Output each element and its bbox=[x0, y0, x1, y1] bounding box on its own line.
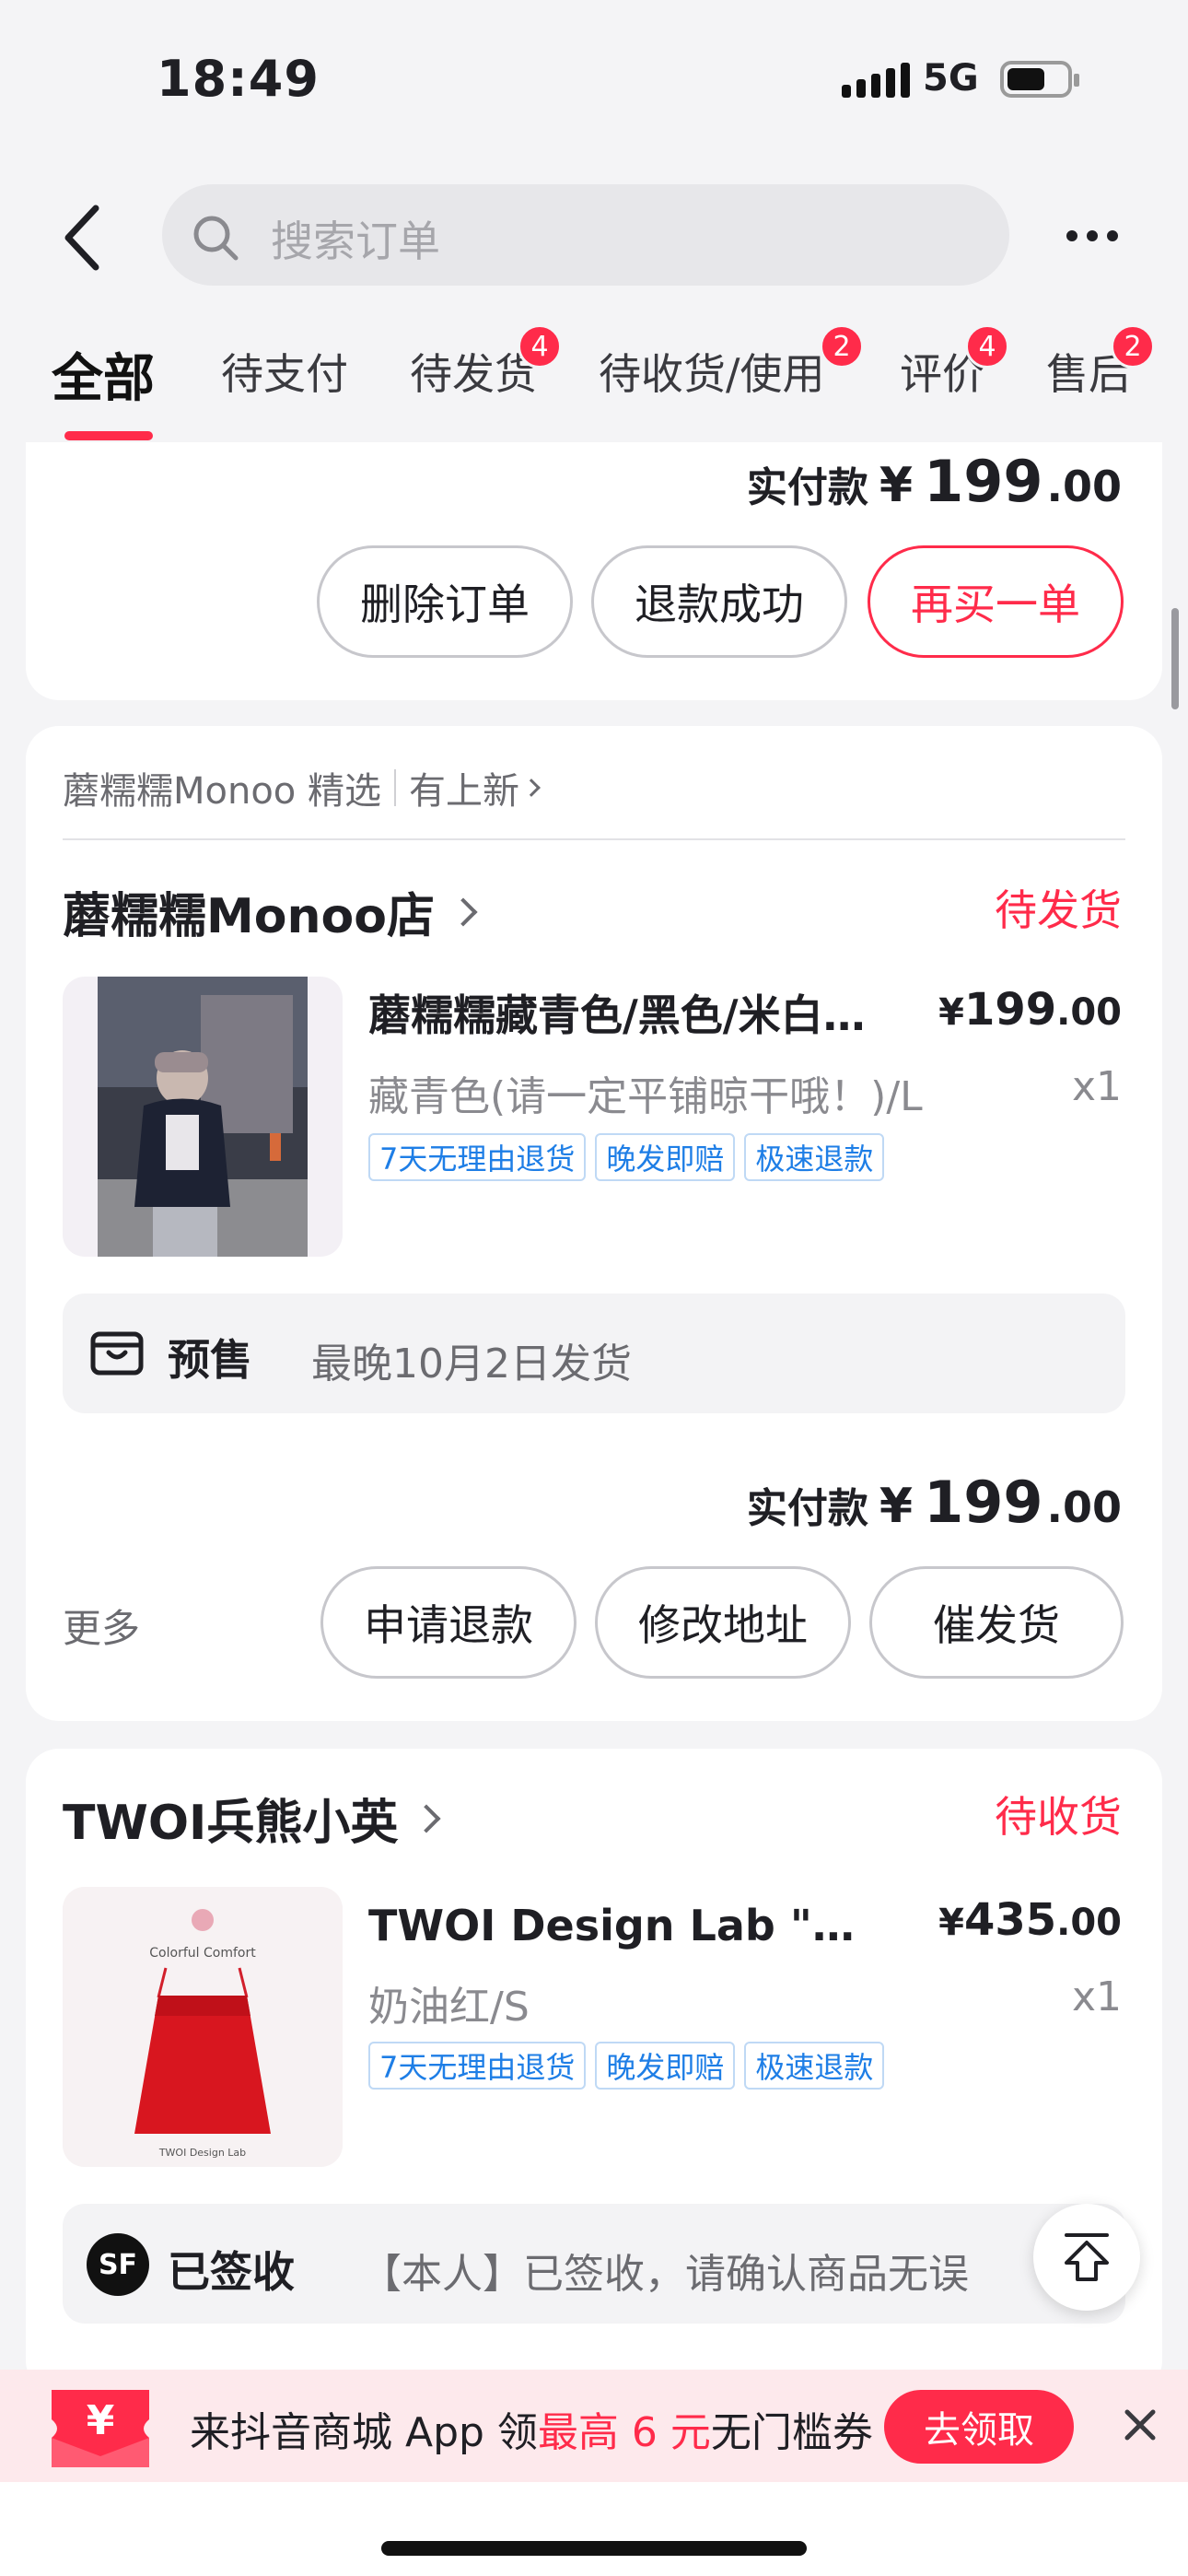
refund-success-button[interactable]: 退款成功 bbox=[591, 545, 847, 658]
service-tag: 晚发即赔 bbox=[595, 1133, 736, 1181]
presale-label: 预售 bbox=[168, 1335, 252, 1385]
price-currency: ¥ bbox=[938, 991, 964, 1034]
shop-name-label: 蘑糯糯Monoo店 bbox=[63, 889, 435, 944]
product-title[interactable]: 蘑糯糯藏青色/黑色/米白色卫衣 bbox=[368, 982, 884, 1043]
shop-recommend-bar[interactable]: 蘑糯糯Monoo 精选 有上新 bbox=[63, 761, 541, 814]
order-card: 实付款 ¥199.00 删除订单 退款成功 再买一单 bbox=[26, 442, 1162, 700]
apply-refund-button[interactable]: 申请退款 bbox=[320, 1566, 577, 1679]
product-spec: 奶油红/S bbox=[368, 1984, 530, 2031]
price-integer: 435 bbox=[963, 1894, 1057, 1946]
tab-active-indicator bbox=[64, 431, 153, 440]
product-quantity: x1 bbox=[1071, 1063, 1122, 1110]
order-card: 蘑糯糯Monoo 精选 有上新 蘑糯糯Monoo店 待发货 蘑糯糯藏青色/黑色/… bbox=[26, 726, 1162, 1721]
tab-badge: 4 bbox=[965, 324, 1009, 369]
signal-icon bbox=[842, 63, 910, 98]
close-icon[interactable] bbox=[1118, 2403, 1162, 2447]
search-header: 搜索订单 bbox=[0, 166, 1188, 304]
logistics-notice[interactable]: SF 已签收 【本人】已签收，请确认商品无误 bbox=[63, 2204, 1125, 2324]
more-actions-link[interactable]: 更多 bbox=[63, 1598, 140, 1654]
paid-amount: 实付款 ¥199.00 bbox=[747, 1469, 1122, 1536]
paid-label: 实付款 bbox=[746, 464, 868, 511]
search-input[interactable]: 搜索订单 bbox=[162, 184, 1009, 286]
scroll-top-icon bbox=[1065, 2233, 1109, 2281]
delete-order-button[interactable]: 删除订单 bbox=[317, 545, 573, 658]
presale-text: 最晚10月2日发货 bbox=[311, 1341, 632, 1388]
promo-banner[interactable]: ¥ 来抖音商城 App 领最高 6 元无门槛券 去领取 bbox=[0, 2370, 1188, 2482]
more-icon[interactable] bbox=[1066, 230, 1118, 241]
signed-text: 【本人】已签收，请确认商品无误 bbox=[361, 2251, 969, 2298]
price-decimal: .00 bbox=[1056, 1902, 1122, 1944]
product-price: ¥199.00 bbox=[938, 984, 1122, 1036]
signed-label: 已签收 bbox=[168, 2247, 295, 2297]
paid-label: 实付款 bbox=[746, 1485, 868, 1532]
urge-shipment-button[interactable]: 催发货 bbox=[869, 1566, 1124, 1679]
status-time: 18:49 bbox=[157, 50, 320, 108]
order-status: 待收货 bbox=[995, 1792, 1122, 1842]
tab-pending-payment[interactable]: 待支付 bbox=[221, 341, 348, 402]
claim-coupon-button[interactable]: 去领取 bbox=[884, 2390, 1074, 2464]
home-indicator bbox=[0, 2482, 1188, 2576]
network-label: 5G bbox=[923, 57, 979, 100]
search-icon bbox=[193, 216, 239, 261]
service-tags: 7天无理由退货 晚发即赔 极速退款 bbox=[368, 2042, 885, 2090]
service-tags: 7天无理由退货 晚发即赔 极速退款 bbox=[368, 1133, 885, 1181]
tab-badge: 4 bbox=[518, 324, 562, 369]
tab-badge: 2 bbox=[1111, 324, 1155, 369]
tab-badge: 2 bbox=[820, 324, 864, 369]
service-tag: 极速退款 bbox=[744, 2042, 885, 2090]
thumb-caption-top: Colorful Comfort bbox=[149, 1946, 256, 1961]
thumb-caption-bottom: TWOI Design Lab bbox=[158, 2147, 246, 2159]
product-title[interactable]: TWOI Design Lab "五彩缤纷" bbox=[368, 1892, 884, 1953]
chevron-right-icon bbox=[522, 779, 541, 797]
product-image[interactable] bbox=[63, 977, 343, 1257]
amount-integer: 199 bbox=[924, 448, 1043, 515]
chevron-right-icon bbox=[448, 896, 478, 927]
service-tag: 极速退款 bbox=[744, 1133, 885, 1181]
scroll-to-top-button[interactable] bbox=[1033, 2204, 1140, 2311]
tab-all[interactable]: 全部 bbox=[52, 337, 155, 412]
order-tabs: 全部 待支付 待发货 4 待收货/使用 2 评价 4 售后 2 bbox=[0, 304, 1188, 442]
price-currency: ¥ bbox=[938, 1902, 964, 1944]
sf-express-icon: SF bbox=[87, 2233, 149, 2296]
currency: ¥ bbox=[879, 458, 914, 513]
product-spec: 藏青色(请一定平铺晾干哦！)/L bbox=[368, 1073, 923, 1120]
back-icon[interactable] bbox=[57, 201, 112, 275]
amount-integer: 199 bbox=[924, 1469, 1043, 1536]
promo-text: 来抖音商城 App 领最高 6 元无门槛券 bbox=[190, 2409, 873, 2456]
coupon-icon: ¥ bbox=[52, 2390, 149, 2467]
shop-name[interactable]: TWOI兵熊小英 bbox=[63, 1784, 441, 1853]
recommend-link[interactable]: 有上新 bbox=[409, 761, 519, 814]
search-placeholder: 搜索订单 bbox=[271, 217, 440, 266]
price-integer: 199 bbox=[963, 984, 1057, 1036]
paid-amount: 实付款 ¥199.00 bbox=[747, 448, 1122, 515]
buy-again-button[interactable]: 再买一单 bbox=[868, 545, 1124, 658]
product-quantity: x1 bbox=[1071, 1973, 1122, 2020]
shop-name[interactable]: 蘑糯糯Monoo店 bbox=[63, 877, 478, 946]
amount-decimal: .00 bbox=[1046, 1482, 1123, 1532]
chevron-right-icon bbox=[412, 1803, 441, 1833]
service-tag: 7天无理由退货 bbox=[368, 1133, 587, 1181]
amount-decimal: .00 bbox=[1046, 462, 1123, 511]
divider bbox=[63, 838, 1125, 840]
order-card: TWOI兵熊小英 待收货 Colorful Comfort TWOI Desig… bbox=[26, 1749, 1162, 2394]
presale-notice: 预售 最晚10月2日发货 bbox=[63, 1294, 1125, 1413]
service-tag: 7天无理由退货 bbox=[368, 2042, 587, 2090]
shop-name-label: TWOI兵熊小英 bbox=[63, 1796, 399, 1851]
presale-icon bbox=[90, 1331, 144, 1376]
change-address-button[interactable]: 修改地址 bbox=[595, 1566, 851, 1679]
currency: ¥ bbox=[879, 1479, 914, 1534]
order-status: 待发货 bbox=[995, 885, 1122, 935]
battery-icon bbox=[1000, 61, 1079, 98]
service-tag: 晚发即赔 bbox=[595, 2042, 736, 2090]
tab-pending-receipt[interactable]: 待收货/使用 bbox=[599, 341, 825, 402]
price-decimal: .00 bbox=[1056, 991, 1122, 1034]
recommend-label: 蘑糯糯Monoo 精选 bbox=[63, 770, 381, 813]
product-image[interactable]: Colorful Comfort TWOI Design Lab bbox=[63, 1887, 343, 2167]
scrollbar[interactable] bbox=[1171, 608, 1179, 709]
status-bar: 18:49 5G bbox=[0, 0, 1188, 166]
coupon-symbol: ¥ bbox=[87, 2397, 115, 2444]
product-price: ¥435.00 bbox=[938, 1894, 1122, 1946]
